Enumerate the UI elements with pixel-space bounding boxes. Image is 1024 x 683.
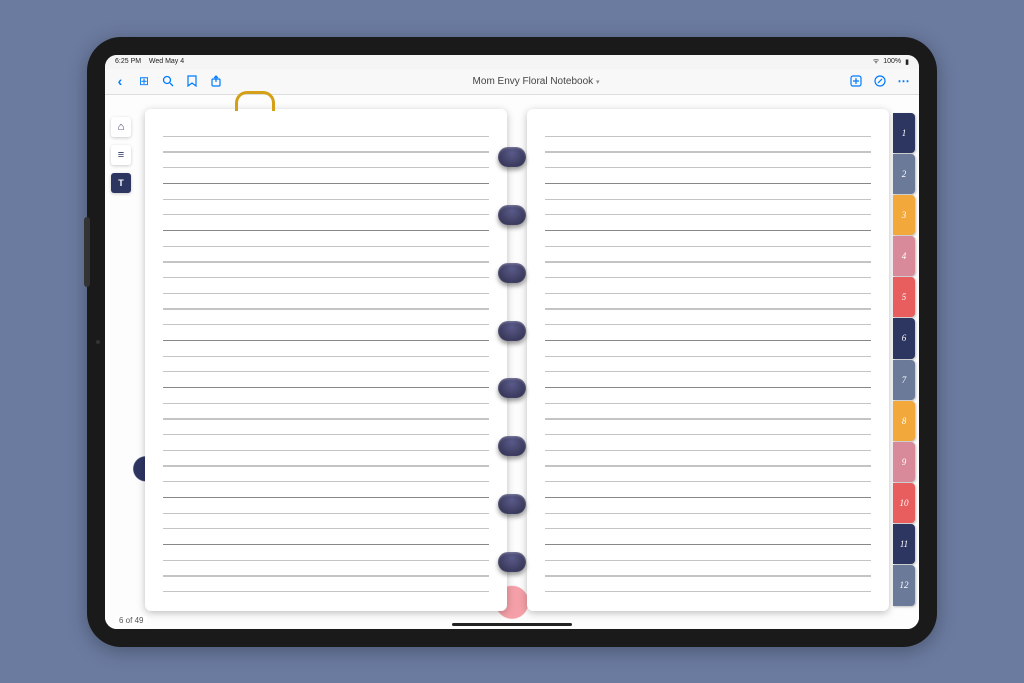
share-icon[interactable] <box>209 74 223 88</box>
gold-clip <box>235 91 275 111</box>
section-tab-6[interactable]: 6 <box>893 318 915 358</box>
status-left: 6:25 PM Wed May 4 <box>115 58 184 65</box>
home-tab[interactable]: ⌂ <box>111 117 131 137</box>
disc-binding <box>498 109 526 611</box>
section-tab-2[interactable]: 2 <box>893 154 915 194</box>
back-button[interactable]: ‹ <box>113 74 127 88</box>
ruled-lines <box>163 121 489 599</box>
disc <box>498 263 526 283</box>
document-title[interactable]: Mom Envy Floral Notebook ▾ <box>223 76 849 87</box>
wifi-icon: ᯤ <box>873 57 879 66</box>
section-tab-10[interactable]: 10 <box>893 483 915 523</box>
disc <box>498 321 526 341</box>
grid-icon[interactable]: ⊞ <box>137 74 151 88</box>
page-counter: 6 of 49 <box>115 616 147 625</box>
toolbar-right: ⋯ <box>849 74 911 88</box>
edit-icon[interactable] <box>873 74 887 88</box>
battery-icon: ▮ <box>905 58 909 66</box>
more-icon[interactable]: ⋯ <box>897 74 911 88</box>
section-tab-8[interactable]: 8 <box>893 401 915 441</box>
left-side-tabs: ⌂ ≡ T <box>111 117 131 193</box>
disc <box>498 378 526 398</box>
disc <box>498 205 526 225</box>
home-indicator[interactable] <box>452 623 572 626</box>
section-tab-11[interactable]: 11 <box>893 524 915 564</box>
doc-title-text: Mom Envy Floral Notebook <box>473 76 594 87</box>
search-icon[interactable] <box>161 74 175 88</box>
add-page-icon[interactable] <box>849 74 863 88</box>
document-content[interactable]: ⌂ ≡ T 1234 <box>105 95 919 629</box>
section-tab-3[interactable]: 3 <box>893 195 915 235</box>
screen: 6:25 PM Wed May 4 ᯤ 100% ▮ ‹ ⊞ <box>105 55 919 629</box>
disc <box>498 552 526 572</box>
battery-pct: 100% <box>883 58 901 65</box>
camera-dot <box>96 340 100 344</box>
section-tab-5[interactable]: 5 <box>893 277 915 317</box>
status-right: ᯤ 100% ▮ <box>873 57 909 66</box>
app-toolbar: ‹ ⊞ Mom Envy Floral Notebook ▾ <box>105 69 919 95</box>
section-tab-9[interactable]: 9 <box>893 442 915 482</box>
disc <box>498 436 526 456</box>
right-page[interactable] <box>527 109 889 611</box>
ipad-frame: 6:25 PM Wed May 4 ᯤ 100% ▮ ‹ ⊞ <box>87 37 937 647</box>
disc <box>498 147 526 167</box>
section-tab-12[interactable]: 12 <box>893 565 915 605</box>
disc <box>498 494 526 514</box>
section-tab-7[interactable]: 7 <box>893 360 915 400</box>
section-tabs: 123456789101112 <box>893 113 915 607</box>
toolbar-left: ‹ ⊞ <box>113 74 223 88</box>
bookmark-icon[interactable] <box>185 74 199 88</box>
ruled-lines <box>545 121 871 599</box>
status-bar: 6:25 PM Wed May 4 ᯤ 100% ▮ <box>105 55 919 69</box>
status-time: 6:25 PM <box>115 58 141 65</box>
section-tab-4[interactable]: 4 <box>893 236 915 276</box>
status-date: Wed May 4 <box>149 58 184 65</box>
left-page[interactable] <box>145 109 507 611</box>
list-tab[interactable]: ≡ <box>111 145 131 165</box>
text-tab[interactable]: T <box>111 173 131 193</box>
section-tab-1[interactable]: 1 <box>893 113 915 153</box>
